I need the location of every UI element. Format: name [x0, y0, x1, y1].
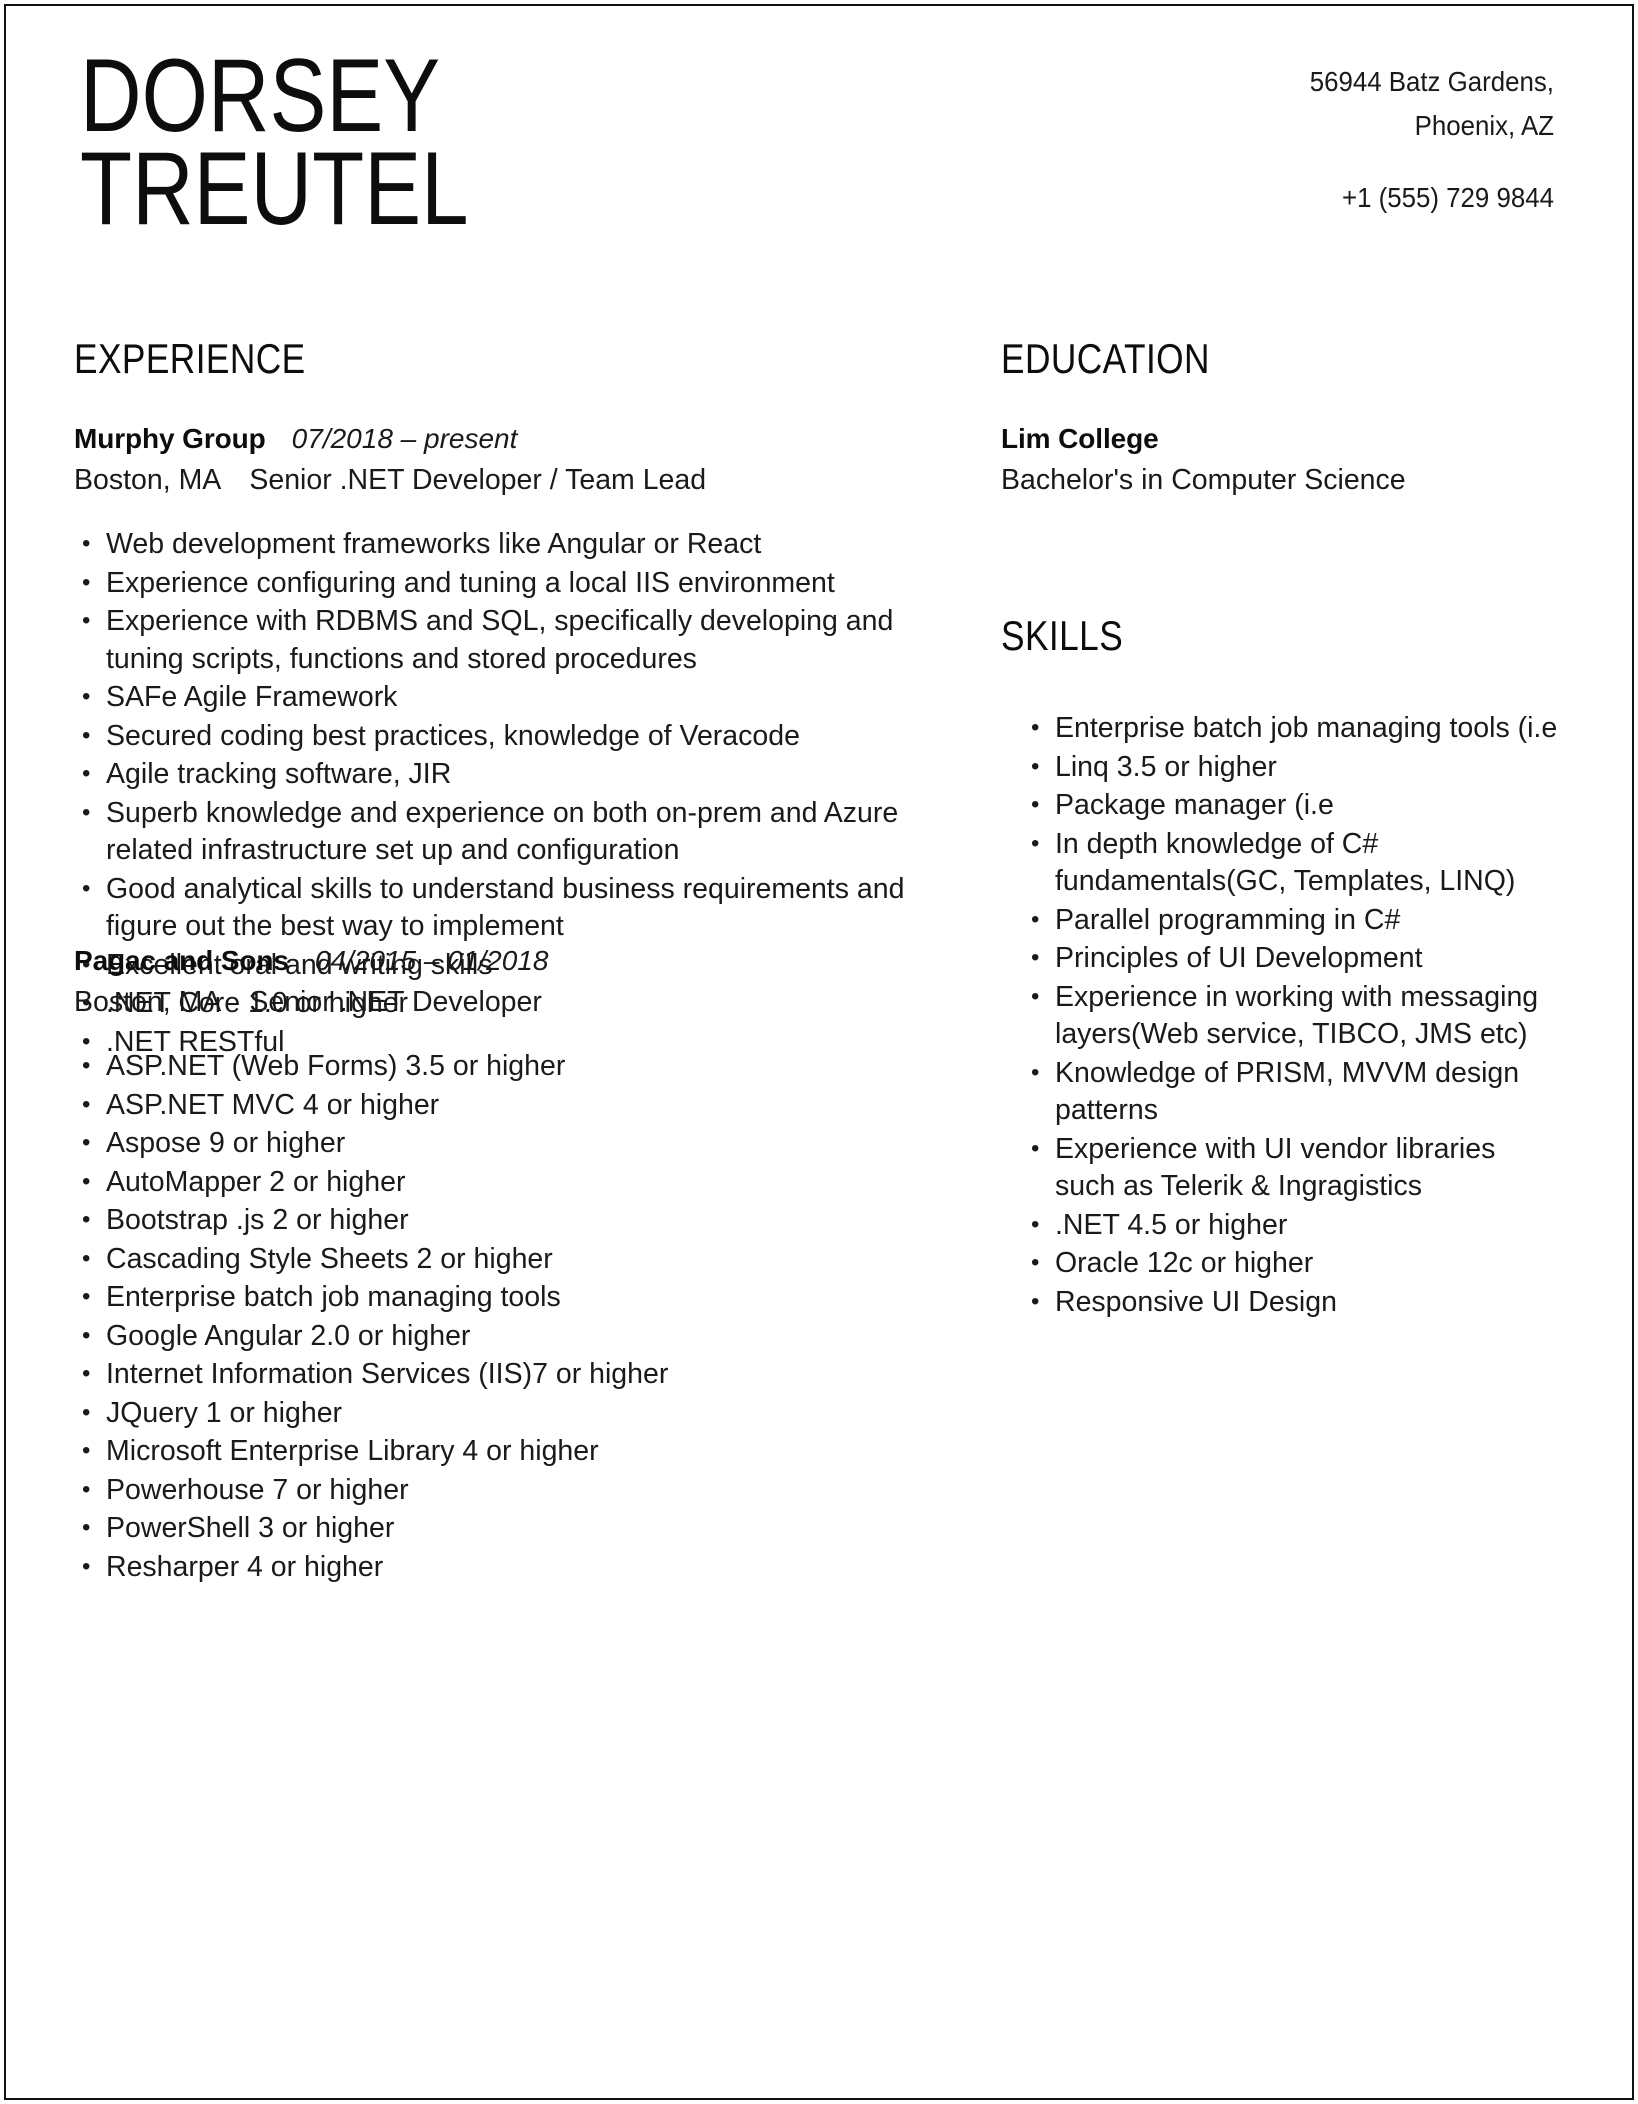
contact-info: 56944 Batz Gardens, Phoenix, AZ +1 (555)…: [1028, 60, 1554, 220]
list-item: Internet Information Services (IIS)7 or …: [74, 1355, 914, 1394]
list-item: Responsive UI Design: [1023, 1283, 1563, 1322]
candidate-name: DORSEY TREUTEL: [80, 38, 840, 247]
contact-phone: +1 (555) 729 9844: [1341, 182, 1554, 213]
list-item: Oracle 12c or higher: [1023, 1244, 1563, 1283]
resume-page: DORSEY TREUTEL 56944 Batz Gardens, Phoen…: [4, 4, 1634, 2100]
experience-dates: 07/2018 – present: [291, 423, 518, 454]
list-item: Resharper 4 or higher: [74, 1548, 914, 1587]
list-item: Experience in working with messaging lay…: [1023, 978, 1563, 1054]
list-item: Powerhouse 7 or higher: [74, 1471, 914, 1510]
list-item: Web development frameworks like Angular …: [74, 525, 914, 564]
section-title-experience: EXPERIENCE: [74, 335, 306, 382]
experience-role: Senior .NET Developer: [249, 986, 542, 1018]
resume-header: DORSEY TREUTEL 56944 Batz Gardens, Phoen…: [6, 6, 1632, 336]
list-item: Secured coding best practices, knowledge…: [74, 717, 914, 756]
contact-address-line-2: Phoenix, AZ: [1414, 110, 1554, 141]
experience-entry-header: Pagac and Sons 04/2015 – 01/2018: [74, 942, 914, 980]
list-item: Experience configuring and tuning a loca…: [74, 564, 914, 603]
experience-entry-subheader: Boston, MA Senior .NET Developer: [74, 982, 914, 1022]
list-item: Experience with UI vendor libraries such…: [1023, 1130, 1563, 1206]
list-item: ASP.NET (Web Forms) 3.5 or higher: [74, 1047, 914, 1086]
education-school: Lim College: [1001, 423, 1159, 454]
experience-dates: 04/2015 – 01/2018: [314, 945, 549, 976]
experience-organization: Murphy Group: [74, 423, 266, 454]
candidate-first-name: DORSEY: [80, 38, 441, 154]
list-item: Parallel programming in C#: [1023, 901, 1563, 940]
skills-list: Enterprise batch job managing tools (i.e…: [1023, 709, 1563, 1322]
experience-entry-subheader: Boston, MA Senior .NET Developer / Team L…: [74, 460, 914, 500]
list-item: In depth knowledge of C# fundamentals(GC…: [1023, 825, 1563, 901]
list-item: PowerShell 3 or higher: [74, 1509, 914, 1548]
list-item: Knowledge of PRISM, MVVM design patterns: [1023, 1054, 1563, 1130]
list-item: Microsoft Enterprise Library 4 or higher: [74, 1432, 914, 1471]
list-item: Enterprise batch job managing tools: [74, 1278, 914, 1317]
list-item: Good analytical skills to understand bus…: [74, 870, 914, 946]
list-item: Aspose 9 or higher: [74, 1124, 914, 1163]
experience-location: Boston, MA: [74, 986, 222, 1018]
list-item: AutoMapper 2 or higher: [74, 1163, 914, 1202]
list-item: Enterprise batch job managing tools (i.e: [1023, 709, 1563, 748]
experience-entry-header: Murphy Group 07/2018 – present: [74, 420, 914, 458]
list-item: Package manager (i.e: [1023, 786, 1563, 825]
list-item: Superb knowledge and experience on both …: [74, 794, 914, 870]
education-entry-header: Lim College: [1001, 420, 1561, 458]
list-item: Cascading Style Sheets 2 or higher: [74, 1240, 914, 1279]
list-item: .NET 4.5 or higher: [1023, 1206, 1563, 1245]
experience-location: Boston, MA: [74, 464, 222, 496]
experience-bullet-list: ASP.NET (Web Forms) 3.5 or higher ASP.NE…: [74, 1047, 914, 1587]
candidate-last-name: TREUTEL: [80, 131, 469, 247]
list-item: Google Angular 2.0 or higher: [74, 1317, 914, 1356]
experience-organization: Pagac and Sons: [74, 945, 289, 976]
list-item: Experience with RDBMS and SQL, specifica…: [74, 602, 914, 678]
education-entry: Lim College Bachelor's in Computer Scien…: [1001, 420, 1561, 500]
experience-entry: Pagac and Sons 04/2015 – 01/2018 Boston, …: [74, 942, 914, 1587]
experience-role: Senior .NET Developer / Team Lead: [249, 464, 707, 496]
section-title-education: EDUCATION: [1001, 335, 1210, 382]
education-degree: Bachelor's in Computer Science: [1001, 464, 1406, 496]
list-item: Agile tracking software, JIR: [74, 755, 914, 794]
list-item: ASP.NET MVC 4 or higher: [74, 1086, 914, 1125]
list-item: JQuery 1 or higher: [74, 1394, 914, 1433]
contact-address-line-1: 56944 Batz Gardens,: [1309, 66, 1554, 97]
list-item: Principles of UI Development: [1023, 939, 1563, 978]
section-title-skills: SKILLS: [1001, 612, 1124, 659]
list-item: SAFe Agile Framework: [74, 678, 914, 717]
list-item: Linq 3.5 or higher: [1023, 748, 1563, 787]
list-item: Bootstrap .js 2 or higher: [74, 1201, 914, 1240]
